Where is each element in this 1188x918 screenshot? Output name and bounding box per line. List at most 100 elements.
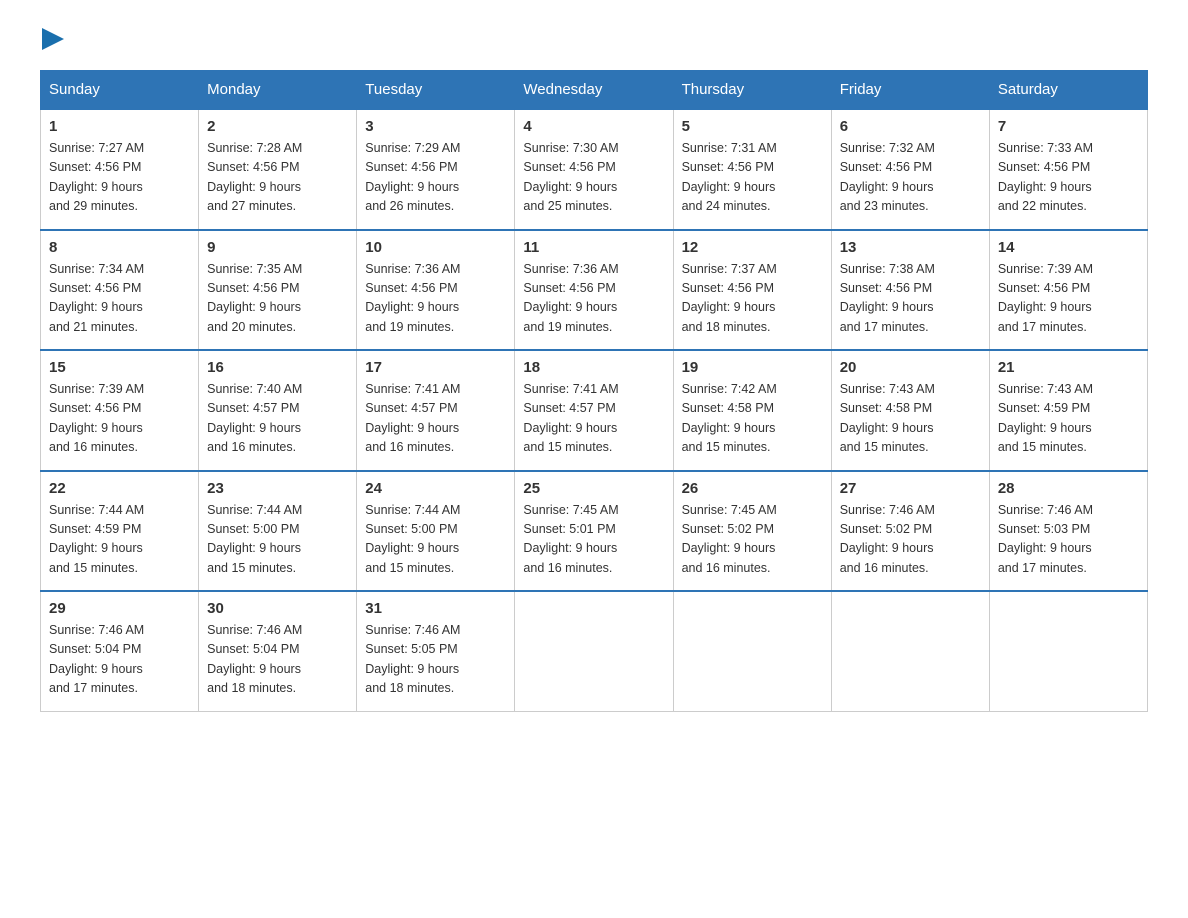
calendar-cell: 19Sunrise: 7:42 AMSunset: 4:58 PMDayligh… xyxy=(673,350,831,471)
day-number: 18 xyxy=(523,359,664,376)
calendar-cell: 7 Sunrise: 7:33 AMSunset: 4:56 PMDaylight… xyxy=(989,109,1147,230)
calendar-cell: 27Sunrise: 7:46 AMSunset: 5:02 PMDayligh… xyxy=(831,471,989,592)
calendar-cell: 20 Sunrise: 7:43 AMSunset: 4:58 PMDayligh… xyxy=(831,350,989,471)
calendar-cell: 11 Sunrise: 7:36 AMSunset: 4:56 PMDayligh… xyxy=(515,230,673,351)
day-number: 6 xyxy=(840,118,981,135)
day-number: 24 xyxy=(365,480,506,497)
day-info: Sunrise: 7:28 AMSunset: 4:56 PMDaylight:… xyxy=(207,139,348,217)
day-info: Sunrise: 7:35 AMSunset: 4:56 PMDaylight:… xyxy=(207,260,348,338)
day-number: 20 xyxy=(840,359,981,376)
page-header xyxy=(40,30,1148,50)
day-number: 15 xyxy=(49,359,190,376)
calendar-cell: 5 Sunrise: 7:31 AMSunset: 4:56 PMDaylight… xyxy=(673,109,831,230)
day-info: Sunrise: 7:43 AMSunset: 4:59 PMDaylight:… xyxy=(998,380,1139,458)
day-number: 14 xyxy=(998,239,1139,256)
day-number: 25 xyxy=(523,480,664,497)
calendar-week-1: 1 Sunrise: 7:27 AMSunset: 4:56 PMDaylight… xyxy=(41,109,1148,230)
calendar-cell: 3 Sunrise: 7:29 AMSunset: 4:56 PMDaylight… xyxy=(357,109,515,230)
calendar-cell: 18 Sunrise: 7:41 AMSunset: 4:57 PMDayligh… xyxy=(515,350,673,471)
day-info: Sunrise: 7:30 AMSunset: 4:56 PMDaylight:… xyxy=(523,139,664,217)
day-number: 7 xyxy=(998,118,1139,135)
day-number: 29 xyxy=(49,600,190,617)
header-friday: Friday xyxy=(831,71,989,110)
day-info: Sunrise: 7:32 AMSunset: 4:56 PMDaylight:… xyxy=(840,139,981,217)
day-info: Sunrise: 7:27 AMSunset: 4:56 PMDaylight:… xyxy=(49,139,190,217)
day-number: 16 xyxy=(207,359,348,376)
calendar-cell xyxy=(673,591,831,711)
calendar-cell: 4 Sunrise: 7:30 AMSunset: 4:56 PMDaylight… xyxy=(515,109,673,230)
day-info: Sunrise: 7:40 AMSunset: 4:57 PMDaylight:… xyxy=(207,380,348,458)
day-info: Sunrise: 7:46 AMSunset: 5:05 PMDaylight:… xyxy=(365,621,506,699)
day-info: Sunrise: 7:45 AMSunset: 5:01 PMDaylight:… xyxy=(523,501,664,579)
day-number: 8 xyxy=(49,239,190,256)
calendar-cell xyxy=(989,591,1147,711)
calendar-week-4: 22 Sunrise: 7:44 AMSunset: 4:59 PMDayligh… xyxy=(41,471,1148,592)
day-info: Sunrise: 7:33 AMSunset: 4:56 PMDaylight:… xyxy=(998,139,1139,217)
calendar-cell: 9 Sunrise: 7:35 AMSunset: 4:56 PMDaylight… xyxy=(199,230,357,351)
day-info: Sunrise: 7:46 AMSunset: 5:02 PMDaylight:… xyxy=(840,501,981,579)
day-info: Sunrise: 7:39 AMSunset: 4:56 PMDaylight:… xyxy=(998,260,1139,338)
day-info: Sunrise: 7:44 AMSunset: 5:00 PMDaylight:… xyxy=(207,501,348,579)
header-thursday: Thursday xyxy=(673,71,831,110)
day-info: Sunrise: 7:36 AMSunset: 4:56 PMDaylight:… xyxy=(365,260,506,338)
day-number: 31 xyxy=(365,600,506,617)
calendar-cell: 14 Sunrise: 7:39 AMSunset: 4:56 PMDayligh… xyxy=(989,230,1147,351)
day-info: Sunrise: 7:46 AMSunset: 5:04 PMDaylight:… xyxy=(49,621,190,699)
calendar-cell: 25 Sunrise: 7:45 AMSunset: 5:01 PMDayligh… xyxy=(515,471,673,592)
day-number: 9 xyxy=(207,239,348,256)
header-sunday: Sunday xyxy=(41,71,199,110)
day-info: Sunrise: 7:46 AMSunset: 5:04 PMDaylight:… xyxy=(207,621,348,699)
calendar-cell: 29 Sunrise: 7:46 AMSunset: 5:04 PMDayligh… xyxy=(41,591,199,711)
header-saturday: Saturday xyxy=(989,71,1147,110)
calendar-cell: 31 Sunrise: 7:46 AMSunset: 5:05 PMDayligh… xyxy=(357,591,515,711)
day-info: Sunrise: 7:41 AMSunset: 4:57 PMDaylight:… xyxy=(523,380,664,458)
day-number: 10 xyxy=(365,239,506,256)
day-number: 12 xyxy=(682,239,823,256)
day-number: 1 xyxy=(49,118,190,135)
calendar-cell: 15 Sunrise: 7:39 AMSunset: 4:56 PMDayligh… xyxy=(41,350,199,471)
day-number: 11 xyxy=(523,239,664,256)
calendar-cell: 2Sunrise: 7:28 AMSunset: 4:56 PMDaylight… xyxy=(199,109,357,230)
day-number: 21 xyxy=(998,359,1139,376)
day-number: 3 xyxy=(365,118,506,135)
calendar-cell: 24 Sunrise: 7:44 AMSunset: 5:00 PMDayligh… xyxy=(357,471,515,592)
day-number: 5 xyxy=(682,118,823,135)
calendar-cell: 6 Sunrise: 7:32 AMSunset: 4:56 PMDaylight… xyxy=(831,109,989,230)
day-info: Sunrise: 7:31 AMSunset: 4:56 PMDaylight:… xyxy=(682,139,823,217)
calendar-cell: 12 Sunrise: 7:37 AMSunset: 4:56 PMDayligh… xyxy=(673,230,831,351)
calendar-cell: 23Sunrise: 7:44 AMSunset: 5:00 PMDayligh… xyxy=(199,471,357,592)
day-number: 26 xyxy=(682,480,823,497)
day-info: Sunrise: 7:37 AMSunset: 4:56 PMDaylight:… xyxy=(682,260,823,338)
day-info: Sunrise: 7:34 AMSunset: 4:56 PMDaylight:… xyxy=(49,260,190,338)
day-number: 13 xyxy=(840,239,981,256)
day-info: Sunrise: 7:38 AMSunset: 4:56 PMDaylight:… xyxy=(840,260,981,338)
calendar-week-2: 8 Sunrise: 7:34 AMSunset: 4:56 PMDaylight… xyxy=(41,230,1148,351)
day-info: Sunrise: 7:45 AMSunset: 5:02 PMDaylight:… xyxy=(682,501,823,579)
calendar-cell xyxy=(515,591,673,711)
header-tuesday: Tuesday xyxy=(357,71,515,110)
header-wednesday: Wednesday xyxy=(515,71,673,110)
calendar-week-5: 29 Sunrise: 7:46 AMSunset: 5:04 PMDayligh… xyxy=(41,591,1148,711)
day-number: 17 xyxy=(365,359,506,376)
day-info: Sunrise: 7:44 AMSunset: 4:59 PMDaylight:… xyxy=(49,501,190,579)
calendar-cell: 13 Sunrise: 7:38 AMSunset: 4:56 PMDayligh… xyxy=(831,230,989,351)
day-info: Sunrise: 7:46 AMSunset: 5:03 PMDaylight:… xyxy=(998,501,1139,579)
calendar-cell: 26 Sunrise: 7:45 AMSunset: 5:02 PMDayligh… xyxy=(673,471,831,592)
day-number: 4 xyxy=(523,118,664,135)
calendar-table: SundayMondayTuesdayWednesdayThursdayFrid… xyxy=(40,70,1148,712)
calendar-cell: 1 Sunrise: 7:27 AMSunset: 4:56 PMDaylight… xyxy=(41,109,199,230)
day-info: Sunrise: 7:29 AMSunset: 4:56 PMDaylight:… xyxy=(365,139,506,217)
day-number: 28 xyxy=(998,480,1139,497)
calendar-cell xyxy=(831,591,989,711)
day-info: Sunrise: 7:44 AMSunset: 5:00 PMDaylight:… xyxy=(365,501,506,579)
day-number: 19 xyxy=(682,359,823,376)
day-info: Sunrise: 7:39 AMSunset: 4:56 PMDaylight:… xyxy=(49,380,190,458)
day-number: 22 xyxy=(49,480,190,497)
calendar-cell: 21 Sunrise: 7:43 AMSunset: 4:59 PMDayligh… xyxy=(989,350,1147,471)
day-number: 30 xyxy=(207,600,348,617)
calendar-cell: 28 Sunrise: 7:46 AMSunset: 5:03 PMDayligh… xyxy=(989,471,1147,592)
day-info: Sunrise: 7:36 AMSunset: 4:56 PMDaylight:… xyxy=(523,260,664,338)
day-info: Sunrise: 7:43 AMSunset: 4:58 PMDaylight:… xyxy=(840,380,981,458)
calendar-week-3: 15 Sunrise: 7:39 AMSunset: 4:56 PMDayligh… xyxy=(41,350,1148,471)
logo xyxy=(40,30,64,50)
